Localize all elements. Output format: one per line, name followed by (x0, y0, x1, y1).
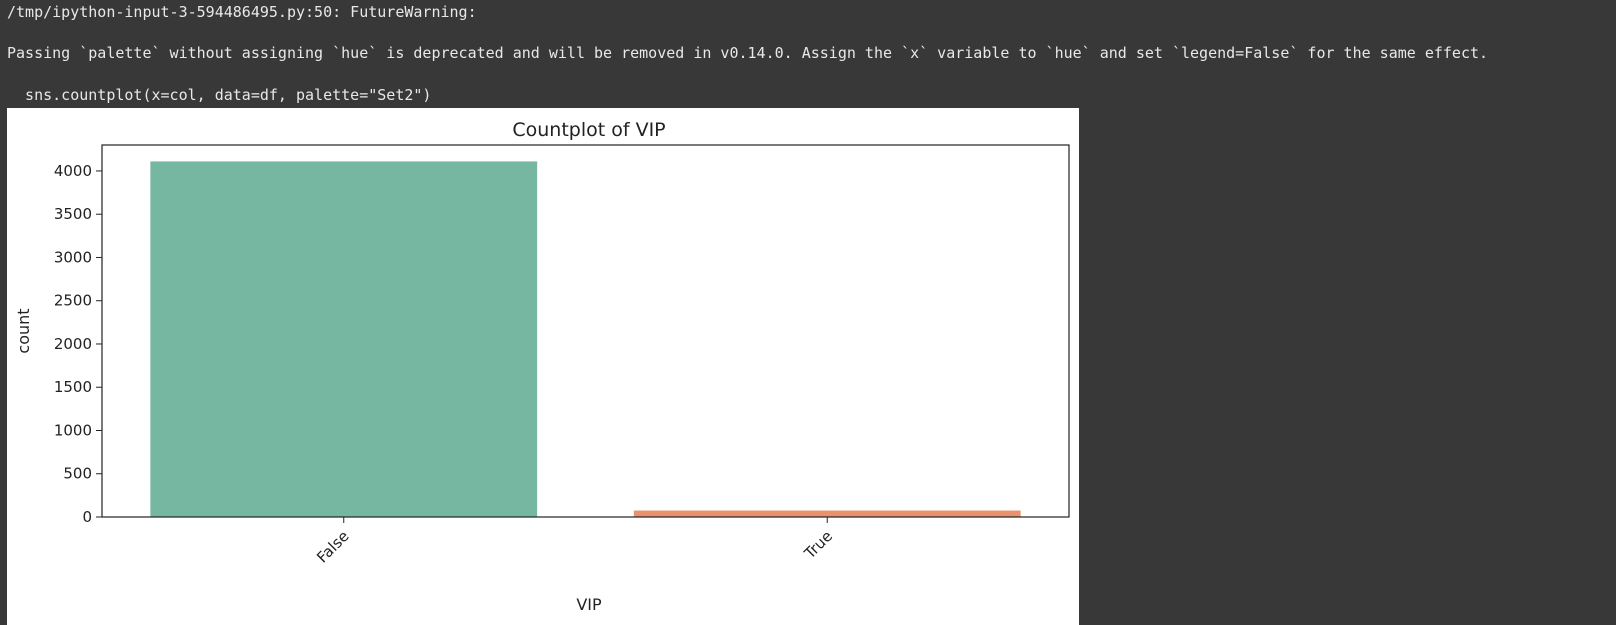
warning-code: sns.countplot(x=col, data=df, palette="S… (7, 86, 432, 104)
x-axis-label: VIP (576, 595, 602, 614)
x-ticks-group: False True (313, 517, 836, 566)
y-tick-label: 0 (82, 508, 92, 526)
chart-title: Countplot of VIP (512, 119, 665, 141)
countplot-figure: Countplot of VIP count VIP 0 500 1000 1500 2… (7, 108, 1079, 625)
warning-header: /tmp/ipython-input-3-594486495.py:50: Fu… (7, 3, 477, 21)
x-tick-label: True (800, 527, 836, 563)
bar-false (150, 161, 538, 518)
y-tick-label: 3500 (54, 205, 92, 223)
y-tick-label: 2000 (54, 335, 92, 353)
y-tick-label: 1500 (54, 378, 92, 396)
warning-message: Passing `palette` without assigning `hue… (7, 44, 1489, 62)
y-tick-label: 1000 (54, 421, 92, 439)
y-tick-label: 500 (63, 465, 92, 483)
x-tick-label: False (313, 527, 352, 566)
cell-output: /tmp/ipython-input-3-594486495.py:50: Fu… (0, 0, 1616, 625)
y-tick-label: 3000 (54, 248, 92, 266)
y-tick-label: 2500 (54, 292, 92, 310)
y-axis-label: count (14, 308, 33, 353)
y-tick-label: 4000 (54, 162, 92, 180)
countplot-chart: Countplot of VIP count VIP 0 500 1000 1500 2… (14, 119, 1070, 614)
y-ticks-group: 0 500 1000 1500 2000 2500 3000 3500 4000 (54, 162, 102, 526)
bars-group (150, 161, 1021, 518)
bar-true (633, 510, 1021, 517)
